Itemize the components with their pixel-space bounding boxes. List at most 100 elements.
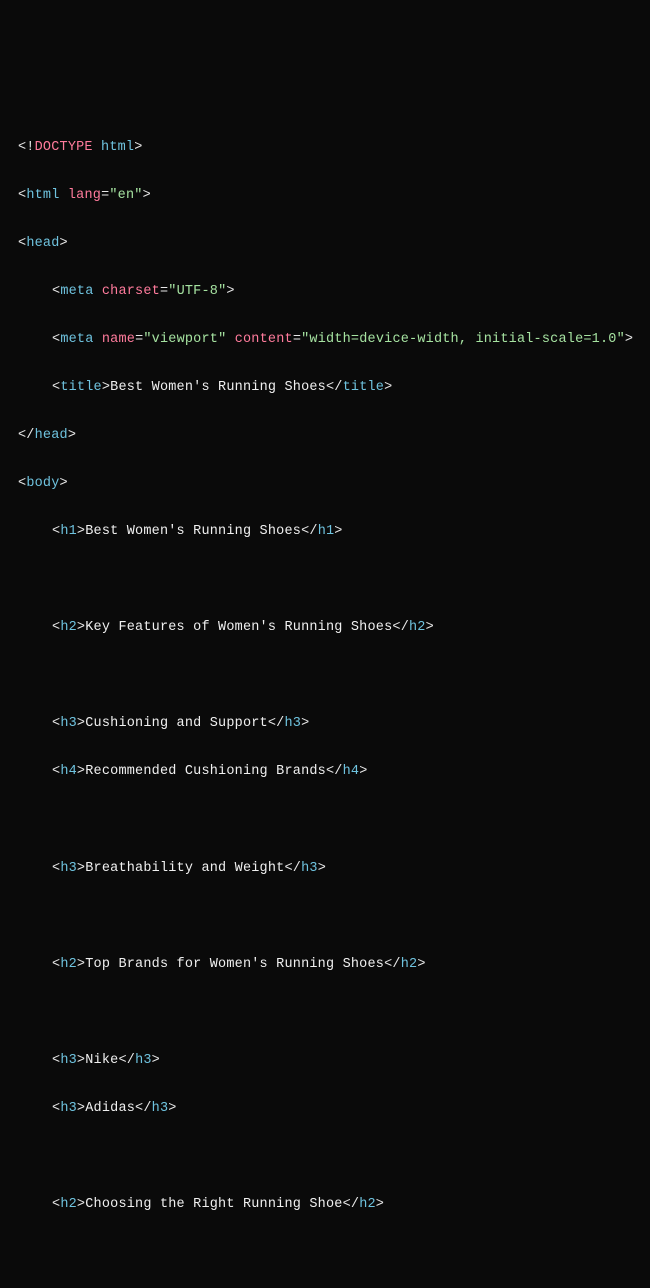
tag-h3-close: h3: [284, 716, 301, 731]
code-line: <h2>Choosing the Right Running Shoe</h2>: [18, 1193, 632, 1217]
punct: >: [60, 236, 68, 251]
text-h2: Key Features of Women's Running Shoes: [85, 620, 392, 635]
val-charset: "UTF-8": [168, 284, 226, 299]
punct: </: [268, 716, 285, 731]
text-h1: Best Women's Running Shoes: [85, 524, 301, 539]
val-viewport-content: "width=device-width, initial-scale=1.0": [301, 332, 625, 347]
code-line: <h3>Cushioning and Support</h3>: [18, 712, 632, 736]
punct: </: [135, 1101, 152, 1116]
punct: >: [77, 957, 85, 972]
punct: <: [52, 861, 60, 876]
punct: <: [52, 1053, 60, 1068]
text-title: Best Women's Running Shoes: [110, 380, 326, 395]
punct: >: [134, 140, 142, 155]
punct: </: [343, 1197, 360, 1212]
punct: <: [52, 716, 60, 731]
val-viewport: "viewport": [143, 332, 226, 347]
tag-body: body: [26, 476, 59, 491]
text-h4: Recommended Cushioning Brands: [85, 764, 326, 779]
code-line: <h1>Best Women's Running Shoes</h1>: [18, 520, 632, 544]
punct: <: [52, 1197, 60, 1212]
doctype-html: html: [101, 140, 134, 155]
tag-title: title: [60, 380, 102, 395]
punct: =: [293, 332, 301, 347]
punct: [93, 140, 101, 155]
blank-line: [18, 905, 632, 929]
punct: >: [77, 1101, 85, 1116]
tag-h3: h3: [60, 1101, 77, 1116]
tag-h3-close: h3: [135, 1053, 152, 1068]
punct: >: [334, 524, 342, 539]
code-line: <meta name="viewport" content="width=dev…: [18, 328, 632, 352]
tag-h3: h3: [60, 1053, 77, 1068]
punct: >: [77, 861, 85, 876]
tag-h3: h3: [60, 861, 77, 876]
punct: >: [168, 1101, 176, 1116]
doctype-keyword: DOCTYPE: [35, 140, 93, 155]
punct: >: [301, 716, 309, 731]
blank-line: [18, 809, 632, 833]
attr-charset: charset: [102, 284, 160, 299]
tag-meta: meta: [60, 284, 93, 299]
blank-line: [18, 664, 632, 688]
punct: >: [102, 380, 110, 395]
tag-h2-close: h2: [401, 957, 418, 972]
text-h2: Choosing the Right Running Shoe: [85, 1197, 342, 1212]
punct: </: [284, 861, 301, 876]
tag-h2: h2: [60, 620, 77, 635]
punct: <!: [18, 140, 35, 155]
code-line: <h2>Top Brands for Women's Running Shoes…: [18, 953, 632, 977]
punct: >: [77, 1197, 85, 1212]
punct: >: [77, 716, 85, 731]
tag-h1: h1: [60, 524, 77, 539]
code-line: <body>: [18, 472, 632, 496]
tag-h4: h4: [60, 764, 77, 779]
punct: <: [52, 957, 60, 972]
tag-h3-close: h3: [301, 861, 318, 876]
punct: >: [625, 332, 633, 347]
tag-title-close: title: [343, 380, 385, 395]
tag-meta: meta: [60, 332, 93, 347]
code-line: <!DOCTYPE html>: [18, 136, 632, 160]
code-line: <h3>Adidas</h3>: [18, 1097, 632, 1121]
punct: >: [77, 524, 85, 539]
text-h3: Cushioning and Support: [85, 716, 268, 731]
punct: [94, 284, 102, 299]
code-editor: <!DOCTYPE html> <html lang="en"> <head> …: [18, 112, 632, 1288]
val-lang: "en": [109, 188, 142, 203]
tag-h2: h2: [60, 1197, 77, 1212]
code-line: </head>: [18, 424, 632, 448]
punct: >: [384, 380, 392, 395]
punct: </: [301, 524, 318, 539]
text-h3: Adidas: [85, 1101, 135, 1116]
punct: >: [77, 1053, 85, 1068]
punct: >: [226, 284, 234, 299]
punct: </: [392, 620, 409, 635]
attr-lang: lang: [68, 188, 101, 203]
text-h2: Top Brands for Women's Running Shoes: [85, 957, 384, 972]
tag-h4-close: h4: [343, 764, 360, 779]
code-line: <head>: [18, 232, 632, 256]
attr-name: name: [102, 332, 135, 347]
punct: >: [77, 620, 85, 635]
code-line: <h3>Breathability and Weight</h3>: [18, 857, 632, 881]
tag-h2-close: h2: [359, 1197, 376, 1212]
punct: >: [417, 957, 425, 972]
code-line: <h3>Nike</h3>: [18, 1049, 632, 1073]
punct: </: [18, 428, 35, 443]
text-h3: Nike: [85, 1053, 118, 1068]
punct: >: [152, 1053, 160, 1068]
blank-line: [18, 568, 632, 592]
text-h3: Breathability and Weight: [85, 861, 284, 876]
code-line: <meta charset="UTF-8">: [18, 280, 632, 304]
punct: >: [77, 764, 85, 779]
blank-line: [18, 1241, 632, 1265]
punct: [60, 188, 68, 203]
punct: </: [384, 957, 401, 972]
code-line: <h2>Key Features of Women's Running Shoe…: [18, 616, 632, 640]
blank-line: [18, 1145, 632, 1169]
tag-h3: h3: [60, 716, 77, 731]
tag-h1-close: h1: [318, 524, 335, 539]
blank-line: [18, 1001, 632, 1025]
punct: </: [326, 764, 343, 779]
